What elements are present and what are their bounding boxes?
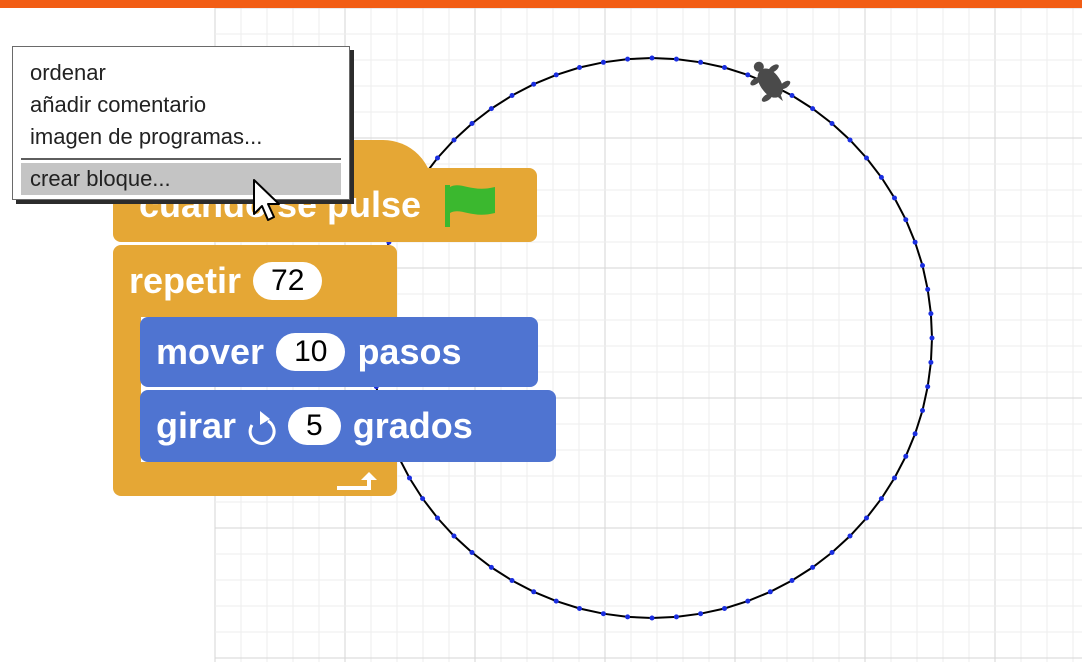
path-vertex-dot — [553, 598, 559, 604]
move-unit-label: pasos — [357, 331, 462, 372]
path-vertex-dot — [625, 56, 631, 62]
context-menu: ordenar añadir comentario imagen de prog… — [12, 46, 350, 200]
path-vertex-dot — [722, 65, 727, 70]
path-vertex-dot — [892, 195, 897, 201]
path-vertex-dot — [407, 475, 412, 481]
path-vertex-dot — [892, 475, 897, 481]
path-vertex-dot — [925, 384, 931, 390]
path-vertex-dot — [864, 155, 869, 161]
path-vertex-dot — [789, 93, 795, 98]
path-vertex-dot — [928, 311, 934, 317]
top-accent-bar — [0, 0, 1082, 8]
loop-arrow-icon — [337, 472, 377, 490]
path-vertex-dot — [810, 106, 816, 112]
path-vertex-dot — [810, 564, 816, 570]
turn-degrees-input[interactable]: 5 — [288, 407, 341, 445]
path-vertex-dot — [928, 359, 934, 365]
path-vertex-dot — [698, 59, 704, 65]
path-vertex-dot — [531, 81, 537, 87]
menu-item-ordenar[interactable]: ordenar — [13, 57, 349, 89]
path-vertex-dot — [488, 106, 494, 112]
move-steps-input[interactable]: 10 — [276, 333, 346, 371]
path-vertex-dot — [920, 408, 925, 413]
path-vertex-dot — [673, 56, 679, 62]
path-vertex-dot — [767, 589, 773, 595]
path-vertex-dot — [912, 239, 918, 245]
path-vertex-dot — [929, 335, 935, 341]
path-vertex-dot — [864, 515, 869, 521]
path-vertex-dot — [600, 59, 606, 65]
green-flag-icon — [445, 185, 496, 227]
path-vertex-dot — [577, 65, 582, 70]
path-vertex-dot — [451, 137, 457, 143]
path-vertex-dot — [745, 72, 751, 78]
path-vertex-dot — [829, 121, 835, 126]
path-vertex-dot — [469, 550, 475, 555]
rotate-clockwise-icon — [248, 411, 276, 445]
path-vertex-dot — [829, 550, 835, 555]
turtle-icon — [750, 61, 791, 102]
move-label: mover — [156, 331, 265, 372]
path-vertex-dot — [745, 598, 751, 604]
path-vertex-dot — [435, 515, 440, 521]
path-vertex-dot — [531, 589, 537, 595]
mouse-cursor-icon — [253, 179, 280, 221]
path-vertex-dot — [847, 533, 853, 539]
path-vertex-dot — [847, 137, 853, 143]
path-vertex-dot — [698, 611, 704, 617]
path-vertex-dot — [925, 286, 931, 292]
path-vertex-dot — [625, 614, 631, 620]
turn-label: girar — [156, 405, 237, 446]
path-vertex-dot — [451, 533, 457, 539]
path-vertex-dot — [912, 431, 918, 437]
path-vertex-dot — [878, 174, 884, 180]
path-vertex-dot — [488, 564, 494, 570]
path-vertex-dot — [920, 263, 925, 268]
path-vertex-dot — [435, 155, 440, 161]
path-vertex-dot — [469, 121, 475, 126]
menu-item-script-pic[interactable]: imagen de programas... — [13, 121, 349, 153]
path-vertex-dot — [420, 496, 426, 502]
path-vertex-dot — [789, 578, 795, 583]
path-vertex-dot — [903, 217, 909, 223]
turn-degrees-block[interactable]: girar 5 grados — [140, 390, 556, 462]
path-vertex-dot — [600, 611, 606, 617]
path-vertex-dot — [878, 496, 884, 502]
path-vertex-dot — [577, 606, 582, 611]
menu-separator — [21, 158, 341, 160]
repeat-label: repetir — [129, 260, 242, 301]
path-vertex-dot — [509, 93, 515, 98]
path-vertex-dot — [903, 453, 909, 459]
path-vertex-dot — [553, 72, 559, 78]
path-vertex-dot — [649, 55, 655, 61]
turn-unit-label: grados — [352, 405, 473, 446]
path-vertex-dot — [649, 615, 655, 621]
path-vertex-dot — [722, 606, 727, 611]
repeat-block-arm — [113, 312, 141, 472]
repeat-count-input[interactable]: 72 — [253, 262, 323, 300]
menu-item-add-comment[interactable]: añadir comentario — [13, 89, 349, 121]
path-vertex-dot — [673, 614, 679, 620]
path-vertex-dot — [509, 578, 515, 583]
repeat-block[interactable]: repetir 72 — [113, 245, 397, 317]
move-steps-block[interactable]: mover 10 pasos — [140, 317, 538, 387]
menu-item-make-block[interactable]: crear bloque... — [21, 163, 341, 195]
